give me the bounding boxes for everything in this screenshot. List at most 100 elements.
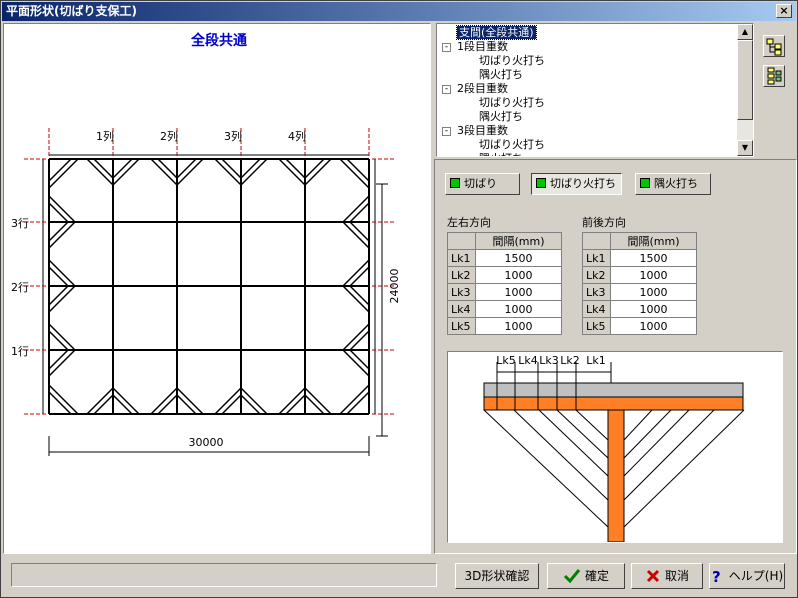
plan-line xyxy=(150,387,178,415)
spacing-cell[interactable]: 1000 xyxy=(610,283,697,301)
help-button[interactable]: ? ヘルプ(H) xyxy=(709,563,785,589)
spacing-cell[interactable]: 1000 xyxy=(475,317,562,335)
tree-collapse-icon[interactable]: - xyxy=(442,127,451,136)
spacing-cell[interactable]: 1500 xyxy=(475,249,562,267)
tree-view-icon-button[interactable] xyxy=(763,35,785,57)
tree-item-label: 1段目重数 xyxy=(457,40,508,53)
cancel-button[interactable]: 取消 xyxy=(631,563,703,589)
scroll-up-icon[interactable]: ▲ xyxy=(737,24,753,40)
plan-line xyxy=(48,195,76,223)
column-header: 間隔(mm) xyxy=(610,232,697,250)
list-view-icon-button[interactable] xyxy=(763,65,785,87)
left-right-spacing-table: 間隔(mm) Lk1 1500 Lk2 1000 Lk3 1000 Lk4 1000 L… xyxy=(447,232,562,335)
row-label: 2行 xyxy=(11,281,29,294)
tree-item[interactable]: 支間(全段共通) xyxy=(439,25,737,40)
table-row: Lk5 1000 xyxy=(582,317,697,335)
tree-item-label: 切ばり火打ち xyxy=(479,96,545,109)
cancel-x-icon xyxy=(646,569,660,583)
width-dimension: 30000 xyxy=(189,436,224,449)
tree-item[interactable]: 隅火打ち xyxy=(439,152,737,156)
plan-line xyxy=(339,158,370,189)
tree-item[interactable]: 切ばり火打ち xyxy=(439,138,737,152)
table-row: Lk4 1000 xyxy=(447,300,562,318)
tier-tree-view[interactable]: 支間(全段共通) -1段目重数 切ばり火打ち 隅火打ち -2段目重数 切ばり火打ち 隅火打ち… xyxy=(436,23,754,157)
plan-line xyxy=(48,158,79,189)
view-3d-button[interactable]: 3D形状確認 xyxy=(455,563,539,589)
tree-item[interactable]: -3段目重数 xyxy=(439,124,737,138)
kiribari-hiuchi-toggle-button[interactable]: 切ばり火打ち xyxy=(531,173,622,195)
column-header: 間隔(mm) xyxy=(475,232,562,250)
brace-detail-panel: Lk5 Lk4 Lk3 Lk2 Lk1 xyxy=(447,351,783,543)
plan-line xyxy=(278,387,306,415)
lk4-label: Lk4 xyxy=(518,354,538,367)
lk2-label: Lk2 xyxy=(560,354,580,367)
row-label: 1行 xyxy=(11,345,29,358)
table-row: Lk5 1000 xyxy=(447,317,562,335)
tree-item[interactable]: 切ばり火打ち xyxy=(439,96,737,110)
tree-item-label: 3段目重数 xyxy=(457,124,508,137)
plan-line xyxy=(304,158,332,186)
plan-line xyxy=(48,384,79,415)
row-header: Lk2 xyxy=(582,266,611,284)
tree-item[interactable]: 隅火打ち xyxy=(439,68,737,82)
status-led-icon xyxy=(450,178,460,188)
scroll-thumb[interactable] xyxy=(737,40,753,120)
spacing-cell[interactable]: 1500 xyxy=(610,249,697,267)
plan-line xyxy=(278,158,306,186)
plan-line xyxy=(48,221,76,249)
tree-item-label: 切ばり火打ち xyxy=(479,54,545,67)
close-button[interactable]: × xyxy=(776,4,792,18)
table-row: Lk3 1000 xyxy=(582,283,697,301)
column-label: 1列 xyxy=(96,129,114,143)
spacing-cell[interactable]: 1000 xyxy=(610,317,697,335)
plan-line xyxy=(342,195,370,223)
row-label: 3行 xyxy=(11,217,29,230)
tree-item[interactable]: -1段目重数 xyxy=(439,40,737,54)
tree-item[interactable]: 隅火打ち xyxy=(439,110,737,124)
ok-label: 確定 xyxy=(584,569,609,583)
plan-line xyxy=(176,158,204,186)
spacing-cell[interactable]: 1000 xyxy=(475,266,562,284)
plan-line xyxy=(86,158,114,186)
plan-line xyxy=(48,323,76,351)
row-header: Lk3 xyxy=(582,283,611,301)
row-header: Lk1 xyxy=(582,249,611,267)
table-row: Lk3 1000 xyxy=(447,283,562,301)
tree-item-label: 支間(全段共通) xyxy=(456,25,537,40)
plan-line xyxy=(86,387,114,415)
scroll-down-icon[interactable]: ▼ xyxy=(737,140,753,156)
tree-item-label: 隅火打ち xyxy=(479,110,523,123)
plan-view-panel: 全段共通 1列 2列 3列 4列 3行 2行 1行 30000 24000 xyxy=(3,23,431,554)
spacing-cell[interactable]: 1000 xyxy=(610,266,697,284)
plan-line xyxy=(339,384,370,415)
tree-scrollbar[interactable]: ▲ ▼ xyxy=(737,24,753,156)
spacing-cell[interactable]: 1000 xyxy=(475,283,562,301)
row-header: Lk5 xyxy=(447,317,476,335)
plan-line xyxy=(112,158,140,186)
row-header: Lk4 xyxy=(582,300,611,318)
row-header: Lk3 xyxy=(447,283,476,301)
spacing-cell[interactable]: 1000 xyxy=(475,300,562,318)
tree-collapse-icon[interactable]: - xyxy=(442,43,451,52)
row-header: Lk5 xyxy=(582,317,611,335)
tree-item[interactable]: 切ばり火打ち xyxy=(439,54,737,68)
plan-line xyxy=(304,387,332,415)
plan-line xyxy=(342,285,370,313)
spacing-cell[interactable]: 1000 xyxy=(610,300,697,318)
height-dimension: 24000 xyxy=(388,269,401,304)
sumi-hiuchi-toggle-button[interactable]: 隅火打ち xyxy=(635,173,711,195)
view-3d-label: 3D形状確認 xyxy=(464,569,530,583)
plan-drawing: 1列 2列 3列 4列 3行 2行 1行 30000 24000 xyxy=(11,128,401,456)
kiribari-toggle-button[interactable]: 切ばり xyxy=(445,173,520,195)
window-title: 平面形状(切ばり支保工) xyxy=(6,4,137,18)
tree-item[interactable]: -2段目重数 xyxy=(439,82,737,96)
status-led-icon xyxy=(640,178,650,188)
tree-collapse-icon[interactable]: - xyxy=(442,85,451,94)
status-bar xyxy=(11,563,437,587)
plan-line xyxy=(240,387,268,415)
ok-button[interactable]: 確定 xyxy=(547,563,625,589)
front-back-label: 前後方向 xyxy=(582,216,626,229)
tree-structure-icon xyxy=(766,38,782,56)
svg-text:?: ? xyxy=(712,568,721,584)
tree-item-label: 2段目重数 xyxy=(457,82,508,95)
